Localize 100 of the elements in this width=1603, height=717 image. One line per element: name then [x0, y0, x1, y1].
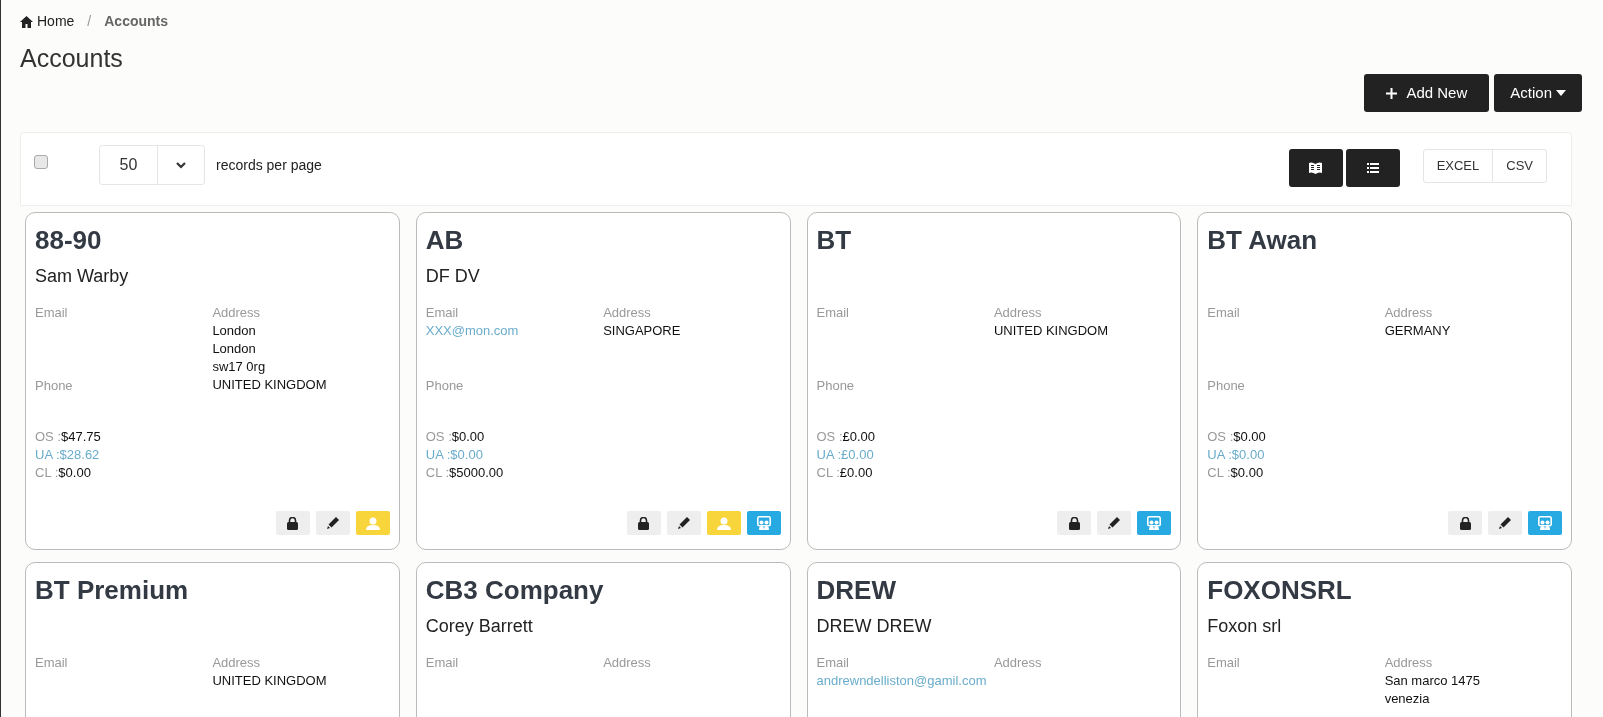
- contact-name: DREW DREW: [816, 615, 932, 637]
- breadcrumb-separator: /: [87, 12, 92, 31]
- export-button[interactable]: EXCEL: [1423, 150, 1493, 182]
- lock-icon: [1068, 516, 1080, 530]
- account-code: BT: [816, 224, 852, 256]
- address-line: UNITED KINGDOM: [212, 376, 327, 394]
- book-icon: [1309, 162, 1323, 174]
- amount-value: $0.00: [58, 464, 91, 482]
- address-line: London: [212, 340, 256, 358]
- list-view-button[interactable]: [1345, 149, 1400, 187]
- contact-name: Foxon srl: [1207, 615, 1282, 637]
- contact-name: Corey Barrett: [425, 615, 533, 637]
- email-label: Email: [425, 654, 459, 672]
- lock-icon: [1459, 516, 1471, 530]
- email-label: Email: [425, 304, 459, 322]
- amount-value: $47.75: [61, 428, 101, 446]
- address-line: San marco 1475: [1384, 672, 1481, 690]
- amount-label: CL :: [1207, 464, 1231, 482]
- export-button[interactable]: CSV: [1492, 150, 1546, 182]
- address-line: UNITED KINGDOM: [212, 672, 327, 690]
- email-label: Email: [1207, 304, 1240, 322]
- plus-icon: [1386, 87, 1398, 99]
- page-title: Accounts: [20, 46, 123, 71]
- page-size-label: records per page: [216, 156, 322, 175]
- user-icon: [365, 516, 380, 530]
- edit-button[interactable]: [315, 511, 350, 535]
- contact-name: DF DV: [425, 265, 480, 287]
- amount-label: OS :: [35, 428, 61, 446]
- lock-icon: [287, 516, 299, 530]
- email-label: Email: [1207, 654, 1240, 672]
- list-icon: [1366, 163, 1379, 173]
- address-line: venezia: [1384, 690, 1430, 708]
- breadcrumb-link[interactable]: Home: [20, 11, 75, 32]
- pencil-icon: [677, 517, 690, 529]
- account-code: AB: [425, 224, 464, 256]
- phone-label: Phone: [425, 377, 464, 395]
- amount-value: $0.00: [1233, 428, 1266, 446]
- account-code: BT Premium: [35, 574, 189, 606]
- action-button[interactable]: Action: [1494, 74, 1582, 112]
- address-line: UNITED KINGDOM: [993, 322, 1108, 340]
- lock-icon: [638, 516, 649, 530]
- people-board-icon: [1147, 516, 1162, 530]
- lock-button[interactable]: [275, 511, 310, 535]
- address-label: Address: [993, 304, 1042, 322]
- account-code: FOXONSRL: [1207, 574, 1352, 606]
- edit-button[interactable]: [1488, 511, 1522, 535]
- lock-button[interactable]: [1057, 511, 1092, 535]
- amount-label: CL :: [816, 464, 840, 482]
- amount-value: $5000.00: [449, 464, 504, 482]
- pencil-icon: [1499, 517, 1511, 529]
- amount-label: CL :: [35, 464, 59, 482]
- account-code: 88-90: [35, 224, 102, 256]
- add-new-button[interactable]: Add New: [1364, 74, 1490, 112]
- caret-icon: [1556, 90, 1566, 96]
- board-button[interactable]: [1528, 511, 1562, 535]
- amount-label: CL :: [425, 464, 450, 482]
- edit-button[interactable]: [666, 511, 701, 535]
- pencil-icon: [1108, 517, 1121, 529]
- amount-label: OS :: [425, 428, 452, 446]
- email-label: Email: [35, 304, 68, 322]
- email-label: Email: [35, 654, 68, 672]
- contact-name: Sam Warby: [35, 265, 129, 287]
- address-label: Address: [212, 654, 261, 672]
- amount-label: UA :: [1207, 446, 1232, 464]
- amount-label: UA :: [35, 446, 60, 464]
- address-line: sw17 0rg: [212, 358, 266, 376]
- select-all-checkbox[interactable]: [34, 155, 48, 169]
- amount-label: UA :: [816, 446, 842, 464]
- lock-button[interactable]: [1448, 511, 1482, 535]
- address-line: SINGAPORE: [603, 322, 681, 340]
- user-icon: [716, 516, 731, 530]
- edit-button[interactable]: [1097, 511, 1132, 535]
- amount-label: UA :: [425, 446, 451, 464]
- board-button[interactable]: [1137, 511, 1172, 535]
- address-line: GERMANY: [1384, 322, 1451, 340]
- page-size-select[interactable]: 50: [99, 145, 205, 185]
- email-label: Email: [816, 304, 849, 322]
- pencil-icon: [326, 517, 339, 529]
- address-label: Address: [1384, 654, 1433, 672]
- amount-label: OS :: [816, 428, 843, 446]
- board-button[interactable]: [746, 511, 781, 535]
- home-icon: [20, 15, 33, 28]
- grid-view-button[interactable]: [1288, 149, 1343, 187]
- phone-label: Phone: [35, 377, 73, 395]
- address-label: Address: [1384, 304, 1433, 322]
- phone-label: Phone: [1207, 377, 1245, 395]
- phone-label: Phone: [816, 377, 855, 395]
- account-code: DREW: [816, 574, 896, 606]
- amount-label: OS :: [1207, 428, 1234, 446]
- lock-button[interactable]: [626, 511, 661, 535]
- chevron-icon: [176, 161, 186, 169]
- address-label: Address: [212, 304, 261, 322]
- breadcrumb-current: Accounts: [104, 12, 169, 31]
- address-label: Address: [603, 304, 651, 322]
- address-label: Address: [603, 654, 651, 672]
- address-line: London: [212, 322, 256, 340]
- address-label: Address: [993, 654, 1042, 672]
- email-label: Email: [816, 654, 849, 672]
- people-board-icon: [1538, 516, 1552, 530]
- account-code: CB3 Company: [425, 574, 604, 606]
